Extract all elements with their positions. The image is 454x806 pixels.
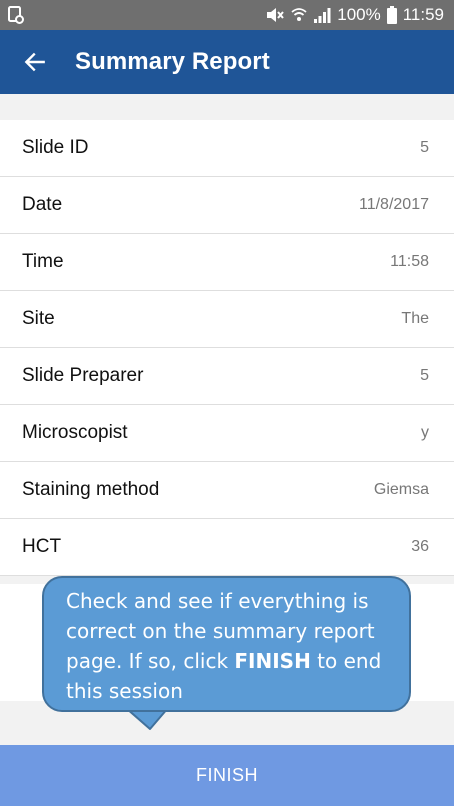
finish-button[interactable]: FINISH (0, 745, 454, 806)
callout-tail-cover (128, 703, 166, 709)
